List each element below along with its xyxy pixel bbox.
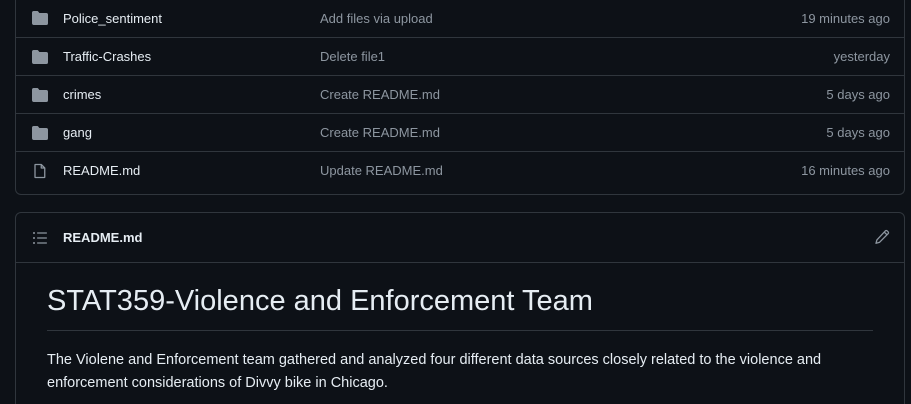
- commit-message-link[interactable]: Create README.md: [320, 87, 440, 102]
- file-name-link[interactable]: README.md: [63, 163, 140, 178]
- folder-icon: [32, 125, 48, 141]
- list-icon[interactable]: [32, 230, 48, 246]
- commit-time: 5 days ago: [826, 125, 890, 140]
- readme-paragraph: The Violene and Enforcement team gathere…: [47, 352, 822, 392]
- readme-heading: STAT359-Violence and Enforcement Team: [47, 285, 873, 332]
- file-row[interactable]: gang Create README.md 5 days ago: [16, 113, 904, 151]
- commit-time: 19 minutes ago: [801, 10, 890, 26]
- folder-icon: [32, 49, 48, 65]
- file-name-link[interactable]: crimes: [63, 87, 101, 102]
- readme-filename[interactable]: README.md: [63, 230, 142, 245]
- file-row[interactable]: README.md Update README.md 16 minutes ag…: [16, 151, 904, 189]
- commit-message-link[interactable]: Add files via upload: [320, 11, 433, 26]
- commit-message-link[interactable]: Delete file1: [320, 49, 385, 64]
- file-row[interactable]: Police_sentiment Add files via upload 19…: [16, 0, 904, 37]
- repo-page: Police_sentiment Add files via upload 19…: [0, 0, 911, 404]
- file-row[interactable]: crimes Create README.md 5 days ago: [16, 75, 904, 113]
- file-icon: [32, 163, 48, 179]
- file-list: Police_sentiment Add files via upload 19…: [15, 0, 905, 195]
- commit-message-link[interactable]: Create README.md: [320, 125, 440, 140]
- file-name-link[interactable]: gang: [63, 125, 92, 140]
- commit-time: 16 minutes ago: [801, 163, 890, 178]
- folder-icon: [32, 10, 48, 26]
- readme-header: README.md: [16, 213, 904, 263]
- file-name-link[interactable]: Police_sentiment: [63, 11, 162, 26]
- commit-time: yesterday: [833, 49, 890, 64]
- pencil-icon[interactable]: [874, 229, 890, 245]
- readme-content: STAT359-Violence and Enforcement Team Th…: [16, 285, 904, 395]
- readme-panel: README.md STAT359-Violence and Enforceme…: [15, 212, 905, 404]
- commit-time: 5 days ago: [826, 87, 890, 102]
- file-name-link[interactable]: Traffic-Crashes: [63, 49, 151, 64]
- commit-message-link[interactable]: Update README.md: [320, 163, 443, 178]
- file-row[interactable]: Traffic-Crashes Delete file1 yesterday: [16, 37, 904, 75]
- folder-icon: [32, 87, 48, 103]
